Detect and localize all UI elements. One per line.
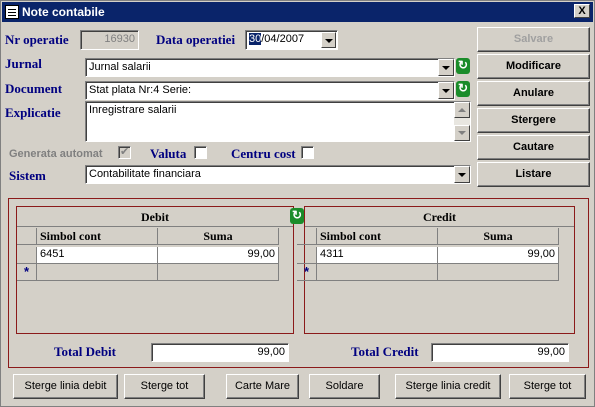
credit-new-row-suma[interactable] [438, 264, 559, 281]
anulare-button[interactable]: Anulare [477, 81, 590, 106]
scroll-up-icon[interactable] [454, 102, 470, 118]
cautare-button[interactable]: Cautare [477, 135, 590, 160]
credit-row-header [297, 228, 317, 245]
jurnal-label: Jurnal [5, 56, 42, 71]
chevron-down-icon[interactable] [438, 59, 454, 76]
total-debit-field: 99,00 [151, 343, 289, 362]
notes-icon [5, 5, 19, 19]
valuta-label: Valuta [150, 146, 187, 161]
soldare-button[interactable]: Soldare [309, 374, 380, 399]
debit-col-suma: Suma [158, 228, 279, 245]
explicatie-textarea[interactable]: Inregistrare salarii [85, 101, 471, 142]
date-day-selected: 30 [249, 33, 262, 45]
table-row-credit-suma[interactable]: 99,00 [438, 247, 559, 264]
listare-button[interactable]: Listare [477, 162, 590, 187]
total-credit-field: 99,00 [431, 343, 569, 362]
credit-new-row-cont[interactable] [317, 264, 438, 281]
centru-cost-checkbox[interactable] [301, 146, 314, 159]
centru-cost-label: Centru cost [231, 146, 296, 161]
data-operatiei-picker[interactable]: 30/04/2007 [245, 30, 338, 50]
credit-new-row-marker[interactable]: * [297, 264, 317, 281]
debit-new-row-cont[interactable] [37, 264, 158, 281]
credit-col-cont: Simbol cont [317, 228, 438, 245]
jurnal-select[interactable]: Jurnal salarii [85, 58, 455, 77]
document-select[interactable]: Stat plata Nr:4 Serie: [85, 81, 455, 100]
explicatie-label: Explicatie [5, 105, 61, 120]
sistem-select[interactable]: Contabilitate financiara [85, 165, 471, 184]
modificare-button[interactable]: Modificare [477, 54, 590, 79]
sterge-linia-credit-button[interactable]: Sterge linia credit [395, 374, 501, 399]
scroll-down-icon[interactable] [454, 125, 470, 141]
refresh-icon[interactable]: ↻ [456, 58, 470, 74]
sterge-tot-credit-button[interactable]: Sterge tot [509, 374, 586, 399]
refresh-icon[interactable]: ↻ [290, 208, 304, 224]
nr-operatie-field: 16930 [80, 30, 139, 50]
carte-mare-button[interactable]: Carte Mare [226, 374, 299, 399]
valuta-checkbox[interactable] [194, 146, 207, 159]
salvare-button[interactable]: Salvare [477, 27, 590, 52]
debit-row-selector[interactable] [17, 247, 37, 264]
sistem-label: Sistem [9, 168, 46, 183]
data-operatiei-label: Data operatiei [156, 32, 236, 47]
debit-col-cont: Simbol cont [37, 228, 158, 245]
chevron-down-icon[interactable] [438, 82, 454, 99]
note-contabile-window: Note contabile X Nr operatie 16930 Data … [0, 0, 595, 407]
table-row-debit-cont[interactable]: 6451 [37, 247, 158, 264]
generata-automat-label: Generata automat [9, 148, 103, 160]
sterge-tot-debit-button[interactable]: Sterge tot [124, 374, 205, 399]
document-label: Document [5, 81, 63, 96]
total-debit-label: Total Debit [54, 344, 116, 359]
total-credit-label: Total Credit [351, 344, 419, 359]
chevron-down-icon[interactable] [321, 32, 336, 48]
credit-col-suma: Suma [438, 228, 559, 245]
explicatie-text: Inregistrare salarii [89, 104, 177, 116]
table-row-debit-suma[interactable]: 99,00 [158, 247, 279, 264]
debit-row-header [17, 228, 37, 245]
explicatie-scrollbar[interactable] [454, 102, 470, 141]
nr-operatie-label: Nr operatie [5, 32, 69, 47]
debit-title: Debit [17, 207, 293, 227]
sterge-linia-debit-button[interactable]: Sterge linia debit [13, 374, 118, 399]
debit-new-row-suma[interactable] [158, 264, 279, 281]
date-rest: /04/2007 [261, 33, 305, 45]
generata-automat-checkbox [118, 145, 131, 159]
window-title: Note contabile [22, 5, 105, 19]
debit-new-row-marker[interactable]: * [17, 264, 37, 281]
refresh-icon[interactable]: ↻ [456, 81, 470, 97]
title-bar: Note contabile X [2, 2, 593, 22]
stergere-button[interactable]: Stergere [477, 108, 590, 133]
credit-title: Credit [305, 207, 574, 227]
chevron-down-icon[interactable] [454, 166, 470, 183]
close-button[interactable]: X [574, 4, 590, 18]
credit-row-selector[interactable] [297, 247, 317, 264]
table-row-credit-cont[interactable]: 4311 [317, 247, 438, 264]
